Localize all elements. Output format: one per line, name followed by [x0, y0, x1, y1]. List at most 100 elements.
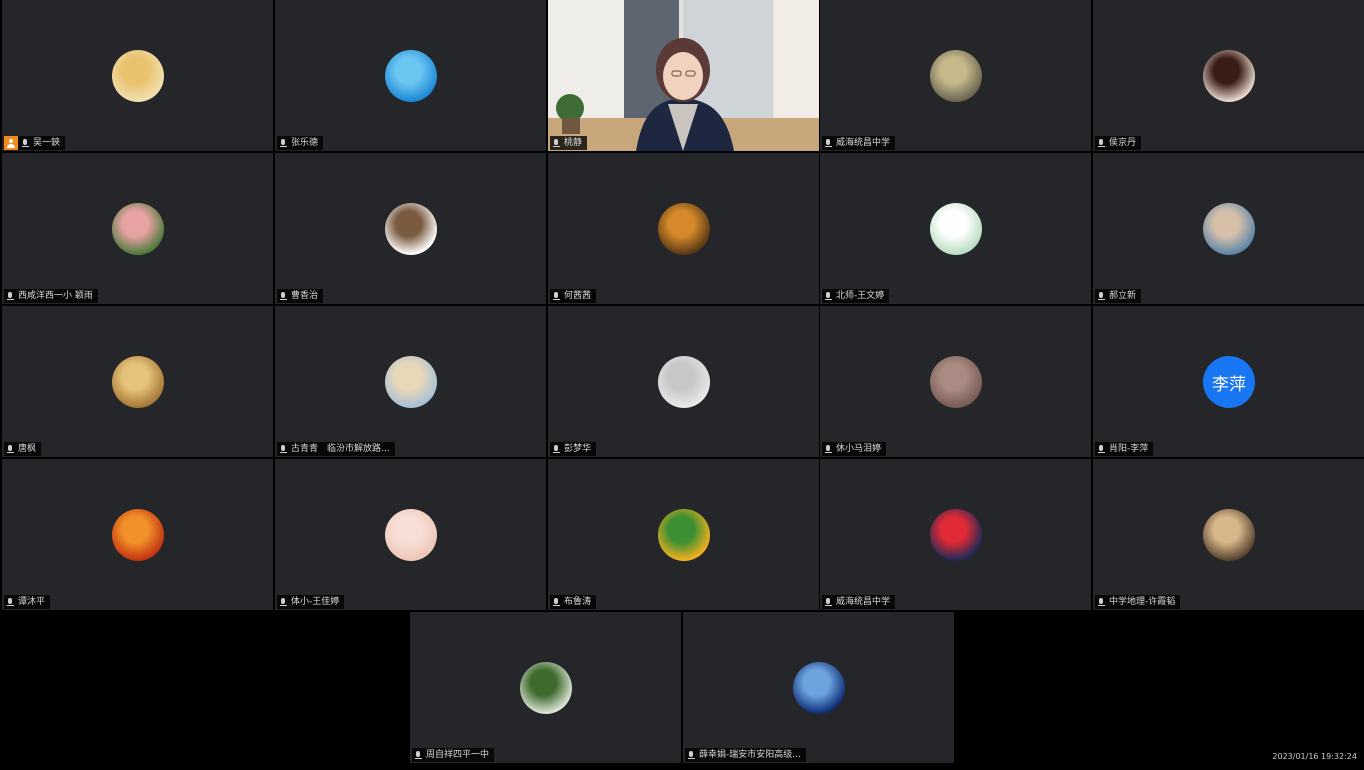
participant-avatar — [385, 356, 437, 408]
participant-tile[interactable]: 何茜茜 — [548, 153, 819, 304]
participant-avatar — [930, 509, 982, 561]
participant-name-label: 薛幸娟-瑞安市安阳高级... — [685, 748, 806, 762]
participant-name-label: 北师-王文婷 — [822, 289, 890, 303]
participant-tile[interactable]: 西咸洋西一小 颖雨 — [2, 153, 273, 304]
participant-name-label: 桃静 — [550, 136, 588, 150]
participant-name: 西咸洋西一小 颖雨 — [18, 291, 93, 301]
participant-tile[interactable]: 北师-王文婷 — [820, 153, 1091, 304]
participant-name-label: 吴一鋏 — [4, 136, 66, 150]
participant-avatar — [385, 203, 437, 255]
participant-name: 唐枫 — [18, 444, 37, 454]
participant-name-label: 休小马泪婷 — [822, 442, 887, 456]
participant-name: 侯京丹 — [1109, 138, 1137, 148]
participant-name-label: 体小-王佳婷 — [277, 595, 345, 609]
microphone-icon — [1097, 138, 1106, 148]
participant-tile[interactable]: 中学地理-许霞韬 — [1093, 459, 1364, 610]
participant-name-label: 郝立新 — [1095, 289, 1142, 303]
participant-avatar — [1203, 509, 1255, 561]
participant-name-label: 周自祥四平一中 — [412, 748, 495, 762]
participant-tile[interactable]: 古青青 临汾市解放路... — [275, 306, 546, 457]
microphone-icon — [552, 138, 561, 148]
microphone-icon — [21, 138, 30, 148]
microphone-icon — [279, 444, 288, 454]
participant-name-label: 谭沐平 — [4, 595, 51, 609]
participant-name-label: 何茜茜 — [550, 289, 597, 303]
participant-name-label: 威海统昌中学 — [822, 136, 896, 150]
participant-name: 谭沐平 — [18, 597, 46, 607]
microphone-icon — [1097, 597, 1106, 607]
participant-name: 体小-王佳婷 — [291, 597, 340, 607]
participant-tile[interactable]: 谭沐平 — [2, 459, 273, 610]
participant-name: 肖阳-李萍 — [1109, 444, 1149, 454]
participant-avatar — [520, 662, 572, 714]
microphone-icon — [414, 750, 423, 760]
participant-name: 桃静 — [564, 138, 583, 148]
participant-name-label: 威海统昌中学 — [822, 595, 896, 609]
participant-name: 何茜茜 — [564, 291, 592, 301]
participant-name: 古青青 临汾市解放路... — [291, 444, 390, 454]
participant-tile[interactable]: 威海统昌中学 — [820, 0, 1091, 151]
participant-tile[interactable]: 张乐德 — [275, 0, 546, 151]
participant-tile[interactable]: 薛幸娟-瑞安市安阳高级... — [683, 612, 954, 763]
microphone-icon — [1097, 291, 1106, 301]
participant-name: 吴一鋏 — [33, 138, 61, 148]
participant-tile[interactable]: 威海统昌中学 — [820, 459, 1091, 610]
participant-name: 郝立新 — [1109, 291, 1137, 301]
participant-tile[interactable]: 侯京丹 — [1093, 0, 1364, 151]
participant-tile[interactable]: 休小马泪婷 — [820, 306, 1091, 457]
participant-avatar — [112, 509, 164, 561]
participant-avatar — [930, 203, 982, 255]
participant-name-label: 布魯涛 — [550, 595, 597, 609]
participant-tile[interactable]: 唐枫 — [2, 306, 273, 457]
participant-avatar — [1203, 203, 1255, 255]
microphone-icon — [552, 291, 561, 301]
participant-avatar — [658, 356, 710, 408]
participant-avatar — [385, 50, 437, 102]
participant-name: 周自祥四平一中 — [426, 750, 490, 760]
participant-name: 布魯涛 — [564, 597, 592, 607]
microphone-icon — [1097, 444, 1106, 454]
microphone-icon — [6, 444, 15, 454]
participant-tile[interactable]: 桃静 — [548, 0, 819, 151]
participant-tile[interactable]: 李萍肖阳-李萍 — [1093, 306, 1364, 457]
participant-name: 曹香治 — [291, 291, 319, 301]
participant-tile[interactable]: 吴一鋏 — [2, 0, 273, 151]
participant-grid: 吴一鋏 张乐德 桃静 威海统昌中学 侯京丹 西咸洋西一小 颖雨 曹香治 何茜茜 北师-王文婷 郝立… — [0, 0, 1364, 770]
microphone-icon — [824, 138, 833, 148]
participant-tile[interactable]: 周自祥四平一中 — [410, 612, 681, 763]
participant-tile[interactable]: 体小-王佳婷 — [275, 459, 546, 610]
participant-avatar — [658, 509, 710, 561]
microphone-icon — [279, 138, 288, 148]
participant-name-label: 张乐德 — [277, 136, 324, 150]
microphone-icon — [687, 750, 696, 760]
participant-name-label: 西咸洋西一小 颖雨 — [4, 289, 98, 303]
participant-tile[interactable]: 郝立新 — [1093, 153, 1364, 304]
microphone-icon — [824, 291, 833, 301]
host-icon — [4, 136, 18, 150]
microphone-icon — [279, 291, 288, 301]
participant-name: 张乐德 — [291, 138, 319, 148]
participant-avatar — [112, 356, 164, 408]
participant-avatar — [1203, 50, 1255, 102]
participant-avatar — [793, 662, 845, 714]
participant-avatar: 李萍 — [1203, 356, 1255, 408]
participant-avatar — [112, 203, 164, 255]
participant-name-label: 肖阳-李萍 — [1095, 442, 1154, 456]
participant-tile[interactable]: 彭梦华 — [548, 306, 819, 457]
participant-name-label: 曹香治 — [277, 289, 324, 303]
participant-name-label: 唐枫 — [4, 442, 42, 456]
participant-avatar — [658, 203, 710, 255]
participant-name: 威海统昌中学 — [836, 597, 891, 607]
participant-name-label: 古青青 临汾市解放路... — [277, 442, 395, 456]
participant-name: 休小马泪婷 — [836, 444, 882, 454]
participant-name: 中学地理-许霞韬 — [1109, 597, 1176, 607]
participant-avatar — [112, 50, 164, 102]
participant-tile[interactable]: 布魯涛 — [548, 459, 819, 610]
microphone-icon — [6, 597, 15, 607]
participant-tile[interactable]: 曹香治 — [275, 153, 546, 304]
participant-avatar — [385, 509, 437, 561]
microphone-icon — [552, 597, 561, 607]
microphone-icon — [824, 444, 833, 454]
participant-name: 薛幸娟-瑞安市安阳高级... — [699, 750, 801, 760]
participant-avatar — [930, 50, 982, 102]
